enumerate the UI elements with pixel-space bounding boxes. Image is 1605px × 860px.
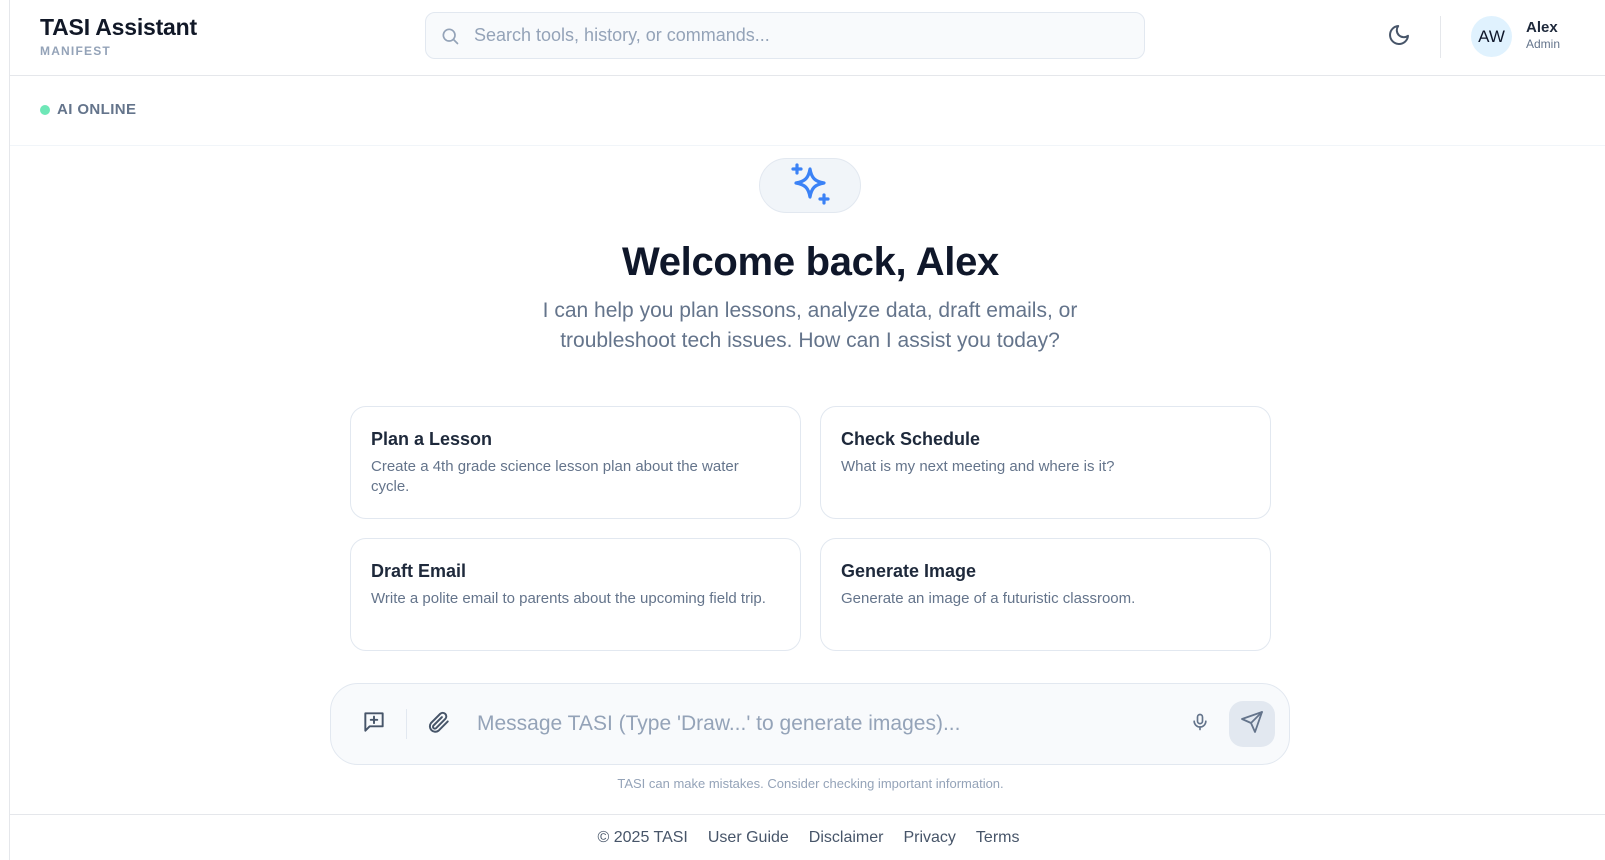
card-title: Check Schedule [841,429,981,449]
ai-disclaimer: TASI can make mistakes. Consider checkin… [617,776,1004,791]
card-description: Generate an image of a futuristic classr… [841,590,1136,607]
header-divider [1440,16,1441,58]
brand-subtitle: MANIFEST [40,44,111,58]
user-name: Alex [1526,19,1558,36]
search-bar[interactable] [425,12,1145,59]
brand[interactable]: TASI Assistant MANIFEST [40,14,197,58]
welcome-subtitle: I can help you plan lessons, analyze dat… [542,299,1078,352]
card-description: Create a 4th grade science lesson plan a… [371,458,739,495]
moon-icon [1387,23,1411,52]
microphone-icon [1190,712,1210,737]
card-title: Draft Email [371,561,467,581]
new-chat-button[interactable] [359,709,389,739]
brand-title: TASI Assistant [40,14,197,40]
suggestion-card-check-schedule[interactable]: Check Schedule What is my next meeting a… [820,406,1271,519]
card-title: Plan a Lesson [371,429,493,449]
footer-link-disclaimer[interactable]: Disclaimer [809,829,884,847]
footer-link-privacy[interactable]: Privacy [903,829,955,847]
copyright: © 2025 TASI [597,828,688,846]
card-title: Generate Image [841,561,977,581]
paperclip-icon [425,709,451,740]
top-header: TASI Assistant MANIFEST AW Alex Admin [10,0,1605,76]
card-description: What is my next meeting and where is it? [841,458,1115,475]
search-icon [440,25,462,47]
voice-input-button[interactable] [1187,711,1213,737]
suggestion-card-generate-image[interactable]: Generate Image Generate an image of a fu… [820,538,1271,651]
user-role: Admin [1526,37,1561,51]
status-indicator-dot [40,105,50,115]
theme-toggle-button[interactable] [1382,20,1416,54]
suggestion-card-draft-email[interactable]: Draft Email Write a polite email to pare… [350,538,801,651]
send-button[interactable] [1229,701,1275,747]
welcome-heading: Welcome back, Alex [621,240,999,284]
message-composer [330,683,1290,765]
send-icon [1240,710,1264,739]
sparkles-icon [786,159,834,212]
avatar[interactable]: AW [1471,16,1512,57]
composer-divider [406,709,407,739]
status-label: AI ONLINE [57,101,137,118]
footer-link-terms[interactable]: Terms [976,829,1020,847]
footer: © 2025 TASI User Guide Disclaimer Privac… [10,814,1605,860]
search-input[interactable] [474,25,1114,46]
suggestion-card-plan-lesson[interactable]: Plan a Lesson Create a 4th grade science… [350,406,801,519]
attach-file-button[interactable] [423,709,453,739]
hero-badge [759,158,861,213]
footer-link-user-guide[interactable]: User Guide [708,829,789,847]
message-plus-icon [361,709,387,740]
message-input[interactable] [477,704,1157,744]
status-bar: AI ONLINE [10,76,1605,146]
card-description: Write a polite email to parents about th… [371,590,766,607]
